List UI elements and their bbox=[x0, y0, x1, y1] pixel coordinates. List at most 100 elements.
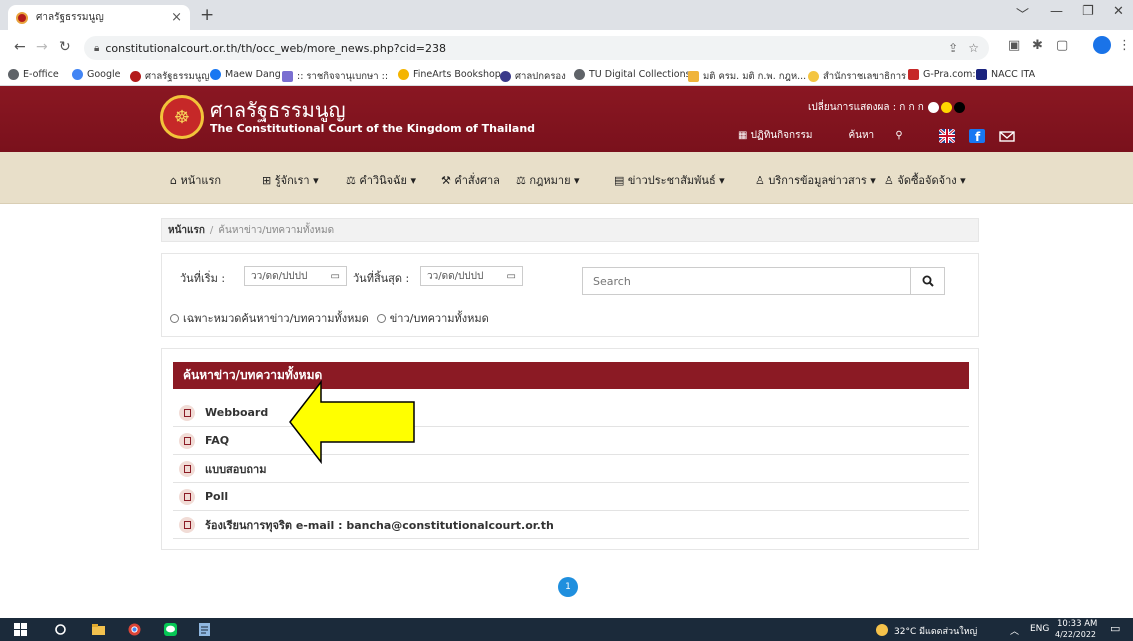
search-panel: วันที่เริ่ม : วว/ดด/ปปปป ▭ วันที่สิ้นสุด… bbox=[161, 253, 979, 337]
url-input[interactable] bbox=[105, 41, 939, 55]
search-icon[interactable] bbox=[54, 623, 67, 636]
court-favicon-icon bbox=[130, 71, 141, 82]
nav-law[interactable]: ⚖ กฎหมาย ▾ bbox=[516, 171, 580, 189]
globe-icon bbox=[8, 69, 19, 80]
language-indicator[interactable]: ENG bbox=[1030, 624, 1049, 634]
bookmark-royal-secretariat[interactable]: สำนักราชเลขาธิการ bbox=[808, 69, 906, 84]
weather-sun-icon[interactable] bbox=[876, 624, 888, 636]
calendar-link[interactable]: ▦ ปฏิทินกิจกรรม bbox=[738, 128, 830, 143]
uk-flag-icon[interactable] bbox=[938, 128, 955, 143]
document-icon bbox=[179, 432, 195, 449]
bookmark-gazette[interactable]: :: ราชกิจจานุเบกษา :: bbox=[282, 69, 388, 84]
radio-category[interactable] bbox=[170, 313, 179, 323]
bookmark-finearts[interactable]: FineArts Bookshop bbox=[398, 69, 501, 80]
extension-icon[interactable]: ▣ bbox=[1008, 38, 1020, 53]
list-item-poll[interactable]: Poll bbox=[173, 483, 969, 511]
search-input[interactable] bbox=[582, 267, 912, 295]
google-icon bbox=[72, 69, 83, 80]
browser-menu-icon[interactable]: ⋮ bbox=[1118, 38, 1131, 53]
nav-court-orders[interactable]: ⚒ คำสั่งศาล bbox=[441, 171, 500, 189]
black-theme-icon[interactable] bbox=[953, 102, 965, 113]
search-icon: ⚲ bbox=[895, 130, 903, 141]
document-icon bbox=[179, 516, 195, 533]
minimize-icon[interactable]: — bbox=[1050, 4, 1063, 19]
nav-about[interactable]: ⊞ รู้จักเรา ▾ bbox=[262, 171, 319, 189]
bookmark-gpra[interactable]: G-Pra.com: bbox=[908, 69, 976, 80]
list-item-complaint[interactable]: ร้องเรียนการทุจริต e-mail : bancha@const… bbox=[173, 511, 969, 539]
weather-text[interactable]: 32°C มีแดดส่วนใหญ่ bbox=[894, 624, 977, 638]
back-icon[interactable]: ← bbox=[14, 39, 26, 55]
bookmark-e-office[interactable]: E-office bbox=[8, 69, 59, 80]
svg-text:f: f bbox=[975, 130, 981, 143]
nav-information-service[interactable]: ♙ บริการข้อมูลข่าวสาร ▾ bbox=[755, 171, 876, 189]
pagination-page-1[interactable]: 1 bbox=[558, 577, 578, 597]
clock-time[interactable]: 10:33 AM bbox=[1057, 619, 1097, 629]
tab-search-icon[interactable]: ﹀ bbox=[1016, 4, 1029, 23]
info-icon: ⊞ bbox=[262, 174, 272, 187]
bookmark-google[interactable]: Google bbox=[72, 69, 121, 80]
profile-avatar-icon[interactable] bbox=[1093, 36, 1111, 54]
search-link[interactable]: ค้นหา ⚲ bbox=[848, 128, 920, 143]
bookmark-tu-digital[interactable]: TU Digital Collections bbox=[574, 69, 691, 80]
royal-secretariat-icon bbox=[808, 71, 819, 82]
file-explorer-icon[interactable] bbox=[92, 623, 105, 636]
browser-tab-bar: ศาลรัฐธรรมนูญ × + ﹀ — ❐ ✕ bbox=[0, 0, 1133, 30]
document-icon bbox=[179, 488, 195, 505]
bookmark-admin-court[interactable]: ศาลปกครอง bbox=[500, 69, 566, 84]
start-date-input[interactable]: วว/ดด/ปปปป ▭ bbox=[244, 266, 347, 286]
extensions-puzzle-icon[interactable]: ✱ bbox=[1032, 38, 1043, 53]
breadcrumb-home[interactable]: หน้าแรก bbox=[168, 223, 205, 238]
radio-all[interactable] bbox=[376, 313, 386, 323]
omnibox[interactable]: 🔒︎ ⇪ ☆ bbox=[84, 36, 989, 60]
close-tab-icon[interactable]: × bbox=[171, 10, 182, 25]
document-icon bbox=[179, 460, 195, 477]
clock-date[interactable]: 4/22/2022 bbox=[1055, 630, 1096, 639]
facebook-icon bbox=[210, 69, 221, 80]
chrome-icon[interactable] bbox=[128, 623, 141, 636]
facebook-icon[interactable]: f bbox=[968, 128, 985, 143]
radio-category-label[interactable]: เฉพาะหมวดค้นหาข่าว/บทความทั้งหมด bbox=[183, 309, 369, 327]
bookmark-cabinet[interactable]: มติ ครม. มติ ก.พ. กฎห... bbox=[688, 69, 806, 84]
calendar-icon[interactable]: ▭ bbox=[331, 271, 340, 282]
display-mode-label[interactable]: เปลี่ยนการแสดงผล : ก ก ก bbox=[808, 100, 924, 115]
tray-chevron-icon[interactable]: ︿ bbox=[1010, 624, 1019, 637]
court-emblem-icon[interactable]: ☸ bbox=[160, 95, 204, 139]
windows-taskbar: 32°C มีแดดส่วนใหญ่ ︿ ENG 10:33 AM 4/22/2… bbox=[0, 618, 1133, 641]
bookmark-nacc[interactable]: NACC ITA bbox=[976, 69, 1035, 80]
radio-all-label[interactable]: ข่าว/บทความทั้งหมด bbox=[390, 309, 489, 327]
news-icon: ▤ bbox=[614, 174, 625, 187]
nav-decisions[interactable]: ⚖ คำวินิจฉัย ▾ bbox=[346, 171, 416, 189]
nav-news[interactable]: ▤ ข่าวประชาสัมพันธ์ ▾ bbox=[614, 171, 725, 189]
yellow-arrow-annotation bbox=[289, 380, 415, 464]
address-row: ← → ↻ 🔒︎ ⇪ ☆ bbox=[0, 30, 1133, 66]
calendar-icon[interactable]: ▭ bbox=[507, 271, 516, 282]
bookmark-maew-dang[interactable]: Maew Dang bbox=[210, 69, 281, 80]
yellow-theme-icon[interactable] bbox=[940, 102, 952, 113]
start-date-label: วันที่เริ่ม : bbox=[180, 272, 226, 285]
notifications-icon[interactable]: ▭ bbox=[1110, 622, 1120, 635]
new-tab-button[interactable]: + bbox=[200, 5, 214, 25]
share-icon[interactable]: ⇪ bbox=[948, 41, 958, 55]
end-date-label: วันที่สิ้นสุด : bbox=[353, 272, 410, 285]
close-window-icon[interactable]: ✕ bbox=[1113, 4, 1124, 19]
main-nav: ⌂ หน้าแรก ⊞ รู้จักเรา ▾ ⚖ คำวินิจฉัย ▾ ⚒… bbox=[0, 152, 1133, 204]
white-theme-icon[interactable] bbox=[927, 102, 939, 113]
browser-tab[interactable]: ศาลรัฐธรรมนูญ × bbox=[8, 5, 190, 30]
line-icon[interactable] bbox=[164, 623, 177, 636]
cabinet-icon bbox=[688, 71, 699, 82]
procurement-icon: ♙ bbox=[884, 174, 894, 187]
mail-icon[interactable] bbox=[998, 129, 1015, 143]
windows-start-icon[interactable] bbox=[14, 623, 27, 636]
reload-icon[interactable]: ↻ bbox=[59, 39, 71, 55]
nav-home[interactable]: ⌂ หน้าแรก bbox=[170, 171, 221, 189]
bookmark-star-icon[interactable]: ☆ bbox=[968, 41, 979, 55]
nav-procurement[interactable]: ♙ จัดซื้อจัดจ้าง ▾ bbox=[884, 171, 966, 189]
search-button[interactable] bbox=[910, 267, 945, 295]
end-date-input[interactable]: วว/ดด/ปปปป ▭ bbox=[420, 266, 523, 286]
side-panel-icon[interactable]: ▢ bbox=[1056, 38, 1068, 53]
bookmark-court[interactable]: ศาลรัฐธรรมนูญ bbox=[130, 69, 209, 84]
maximize-icon[interactable]: ❐ bbox=[1082, 4, 1094, 19]
forward-icon[interactable]: → bbox=[36, 39, 48, 55]
site-title-english[interactable]: The Constitutional Court of the Kingdom … bbox=[210, 122, 535, 135]
notepad-icon[interactable] bbox=[198, 623, 211, 636]
